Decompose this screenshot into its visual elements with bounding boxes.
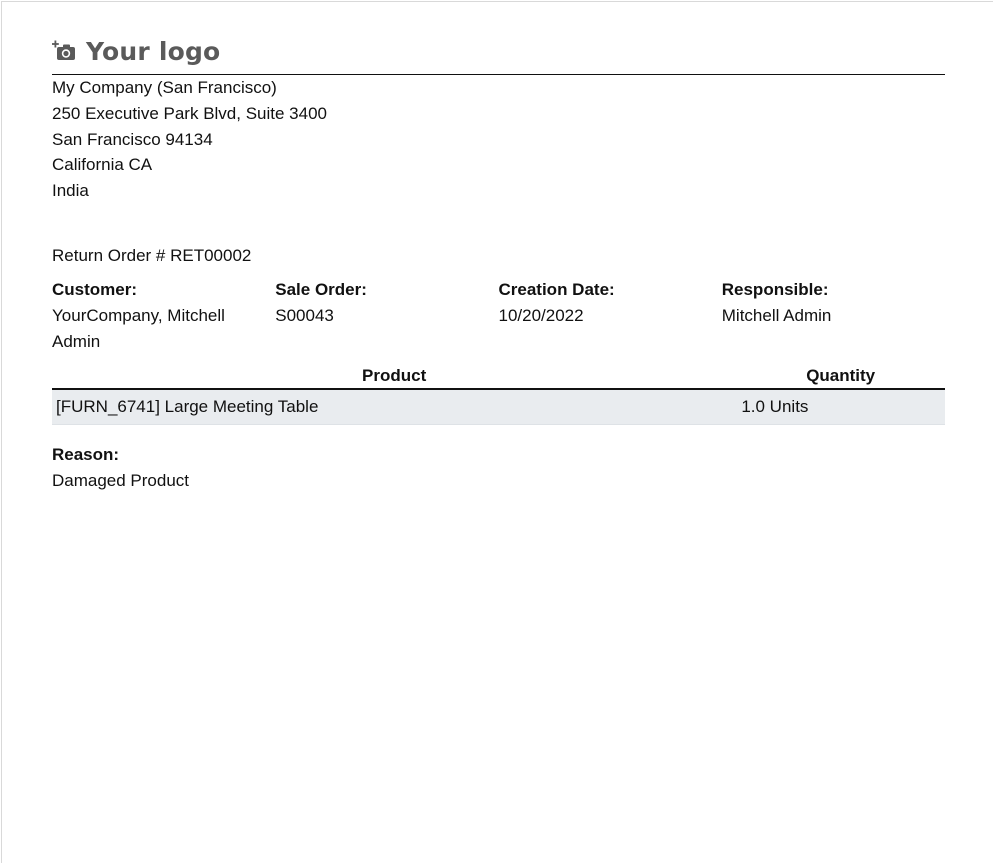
order-info: Customer: YourCompany, Mitchell Admin Sa… — [52, 277, 945, 355]
reason-value: Damaged Product — [52, 471, 190, 490]
quantity-cell: 1.0 Units — [736, 389, 945, 425]
quantity-column-header: Quantity — [736, 363, 945, 390]
table-row: [FURN_6741] Large Meeting Table 1.0 Unit… — [52, 389, 945, 425]
page-title: Return Order # RET00002 — [52, 246, 252, 265]
info-creation-date: Creation Date: 10/20/2022 — [499, 277, 722, 355]
creation-date-label: Creation Date: — [498, 280, 615, 299]
creation-date-value: 10/20/2022 — [498, 306, 584, 325]
camera-add-icon — [52, 40, 75, 60]
responsible-label: Responsible: — [721, 280, 829, 299]
product-column-header: Product — [52, 363, 737, 390]
reason-label: Reason: — [52, 445, 120, 464]
company-city-zip: San Francisco 94134 — [52, 129, 213, 149]
table-header-row: Product Quantity — [52, 363, 945, 390]
customer-value: YourCompany, Mitchell Admin — [52, 306, 225, 351]
product-lines-table: Product Quantity [FURN_6741] Large Meeti… — [52, 363, 945, 425]
info-sale-order: Sale Order: S00043 — [275, 277, 498, 355]
return-reason: Reason: Damaged Product — [52, 442, 189, 494]
responsible-value: Mitchell Admin — [721, 306, 832, 325]
company-street: 250 Executive Park Blvd, Suite 3400 — [52, 103, 327, 123]
logo-text: Your logo — [86, 36, 221, 66]
customer-label: Customer: — [52, 280, 138, 299]
company-address: My Company (San Francisco) 250 Executive… — [52, 75, 327, 204]
company-country: India — [52, 181, 89, 201]
report-page: Your logo My Company (San Francisco) 250… — [1, 1, 993, 863]
company-logo: Your logo — [52, 28, 220, 74]
sale-order-value: S00043 — [275, 306, 334, 325]
info-customer: Customer: YourCompany, Mitchell Admin — [52, 277, 275, 355]
product-cell: [FURN_6741] Large Meeting Table — [52, 389, 737, 425]
sale-order-label: Sale Order: — [275, 280, 367, 299]
company-state: California CA — [52, 155, 153, 175]
info-responsible: Responsible: Mitchell Admin — [722, 277, 945, 355]
company-name: My Company (San Francisco) — [52, 78, 277, 97]
